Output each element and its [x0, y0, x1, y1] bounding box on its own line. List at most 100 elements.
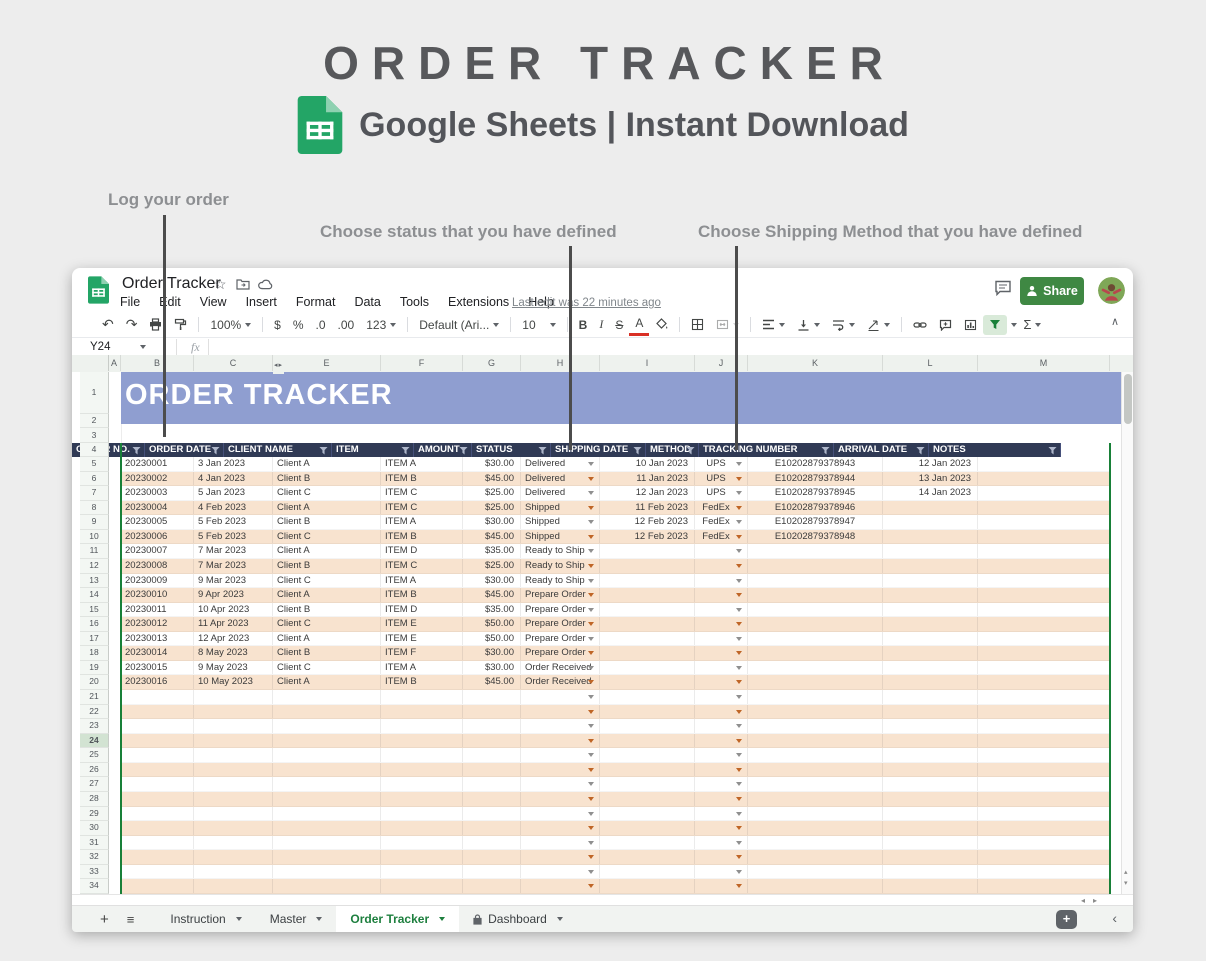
row-header-17[interactable]: 17 [80, 632, 109, 647]
cell[interactable] [978, 675, 1110, 689]
horizontal-align-icon[interactable] [756, 315, 791, 335]
cell[interactable]: $35.00 [463, 603, 521, 617]
cell[interactable] [883, 719, 978, 733]
cell[interactable]: ITEM E [381, 632, 463, 646]
row-header-3[interactable]: 3 [80, 428, 109, 443]
cell[interactable] [521, 734, 600, 748]
cell[interactable]: 20230001 [121, 457, 194, 471]
cell[interactable]: 20230005 [121, 515, 194, 529]
document-title[interactable]: Order Tracker [122, 275, 221, 293]
cell[interactable]: 20230008 [121, 559, 194, 573]
cell[interactable] [273, 807, 381, 821]
cell[interactable] [463, 865, 521, 879]
status-dropdown-icon[interactable] [588, 826, 594, 830]
cell[interactable] [883, 792, 978, 806]
cell[interactable]: 7 Mar 2023 [194, 544, 273, 558]
column-header-A[interactable]: A [108, 355, 121, 371]
header-cell-notes[interactable]: NOTES [929, 443, 1061, 457]
more-formats-button[interactable]: 123 [360, 315, 402, 335]
cell[interactable]: $45.00 [463, 530, 521, 544]
menu-insert[interactable]: Insert [246, 295, 277, 309]
cell[interactable] [521, 690, 600, 704]
status-dropdown-icon[interactable] [588, 579, 594, 583]
cell[interactable]: 11 Apr 2023 [194, 617, 273, 631]
borders-icon[interactable] [685, 315, 710, 335]
cell[interactable]: $45.00 [463, 675, 521, 689]
status-dropdown-icon[interactable] [588, 520, 594, 524]
cell[interactable]: Prepare Order [521, 617, 600, 631]
cell[interactable]: 20230013 [121, 632, 194, 646]
status-dropdown-icon[interactable] [588, 782, 594, 786]
column-header-B[interactable]: B [121, 355, 194, 371]
cell[interactable] [600, 559, 695, 573]
functions-button[interactable]: Σ [1017, 315, 1047, 335]
method-dropdown-icon[interactable] [736, 826, 742, 830]
cell[interactable] [748, 574, 883, 588]
row-header-24[interactable]: 24 [80, 734, 109, 749]
hidden-column-d-marker[interactable]: ◂▸ [273, 358, 284, 374]
cell[interactable] [978, 836, 1110, 850]
cell[interactable] [978, 807, 1110, 821]
cell[interactable] [463, 734, 521, 748]
cell[interactable]: E10202879378947 [748, 515, 883, 529]
method-dropdown-icon[interactable] [736, 520, 742, 524]
filter-funnel-icon[interactable] [686, 447, 695, 455]
side-panel-button[interactable]: + [1056, 910, 1077, 929]
status-dropdown-icon[interactable] [588, 768, 594, 772]
status-dropdown-icon[interactable] [588, 724, 594, 728]
tab-menu-caret[interactable] [439, 917, 445, 921]
status-dropdown-icon[interactable] [588, 593, 594, 597]
filter-funnel-icon[interactable] [916, 447, 925, 455]
row-header-26[interactable]: 26 [80, 763, 109, 778]
cell[interactable]: $30.00 [463, 574, 521, 588]
cell[interactable]: 9 Mar 2023 [194, 574, 273, 588]
paint-format-icon[interactable] [168, 315, 193, 335]
row-header-10[interactable]: 10 [80, 530, 109, 545]
cell[interactable] [463, 807, 521, 821]
status-dropdown-icon[interactable] [588, 535, 594, 539]
row-header-23[interactable]: 23 [80, 719, 109, 734]
cell[interactable]: $25.00 [463, 559, 521, 573]
cell[interactable] [978, 690, 1110, 704]
cell[interactable] [600, 646, 695, 660]
cell[interactable] [273, 865, 381, 879]
cell[interactable]: 5 Jan 2023 [194, 486, 273, 500]
cell[interactable] [521, 705, 600, 719]
cell[interactable] [194, 879, 273, 893]
cell[interactable] [381, 836, 463, 850]
cell[interactable] [695, 807, 748, 821]
cell[interactable]: $30.00 [463, 661, 521, 675]
row-header-33[interactable]: 33 [80, 865, 109, 880]
text-color-button[interactable]: A [629, 313, 649, 336]
cell[interactable] [883, 603, 978, 617]
cell[interactable] [121, 777, 194, 791]
filter-funnel-icon[interactable] [538, 447, 547, 455]
cell[interactable] [978, 821, 1110, 835]
row-header-25[interactable]: 25 [80, 748, 109, 763]
method-dropdown-icon[interactable] [736, 666, 742, 670]
cell[interactable]: Client C [273, 530, 381, 544]
cell[interactable] [273, 719, 381, 733]
cell[interactable] [978, 559, 1110, 573]
cell[interactable] [381, 777, 463, 791]
row-header-31[interactable]: 31 [80, 836, 109, 851]
cell[interactable] [695, 879, 748, 893]
tab-master[interactable]: Master [256, 906, 337, 932]
create-filter-icon[interactable] [983, 315, 1007, 335]
status-dropdown-icon[interactable] [588, 812, 594, 816]
cell[interactable] [600, 544, 695, 558]
cell[interactable] [194, 850, 273, 864]
row-header-30[interactable]: 30 [80, 821, 109, 836]
status-dropdown-icon[interactable] [588, 491, 594, 495]
status-dropdown-icon[interactable] [588, 797, 594, 801]
cell[interactable] [381, 748, 463, 762]
cell[interactable] [194, 734, 273, 748]
cell[interactable]: ITEM C [381, 559, 463, 573]
merge-cells-icon[interactable] [710, 315, 745, 335]
cell[interactable]: $35.00 [463, 544, 521, 558]
share-button[interactable]: Share [1020, 277, 1084, 305]
all-sheets-icon[interactable]: ≡ [127, 912, 135, 927]
cell[interactable] [121, 748, 194, 762]
cell[interactable] [883, 675, 978, 689]
vertical-scrollbar-thumb[interactable] [1124, 374, 1132, 424]
